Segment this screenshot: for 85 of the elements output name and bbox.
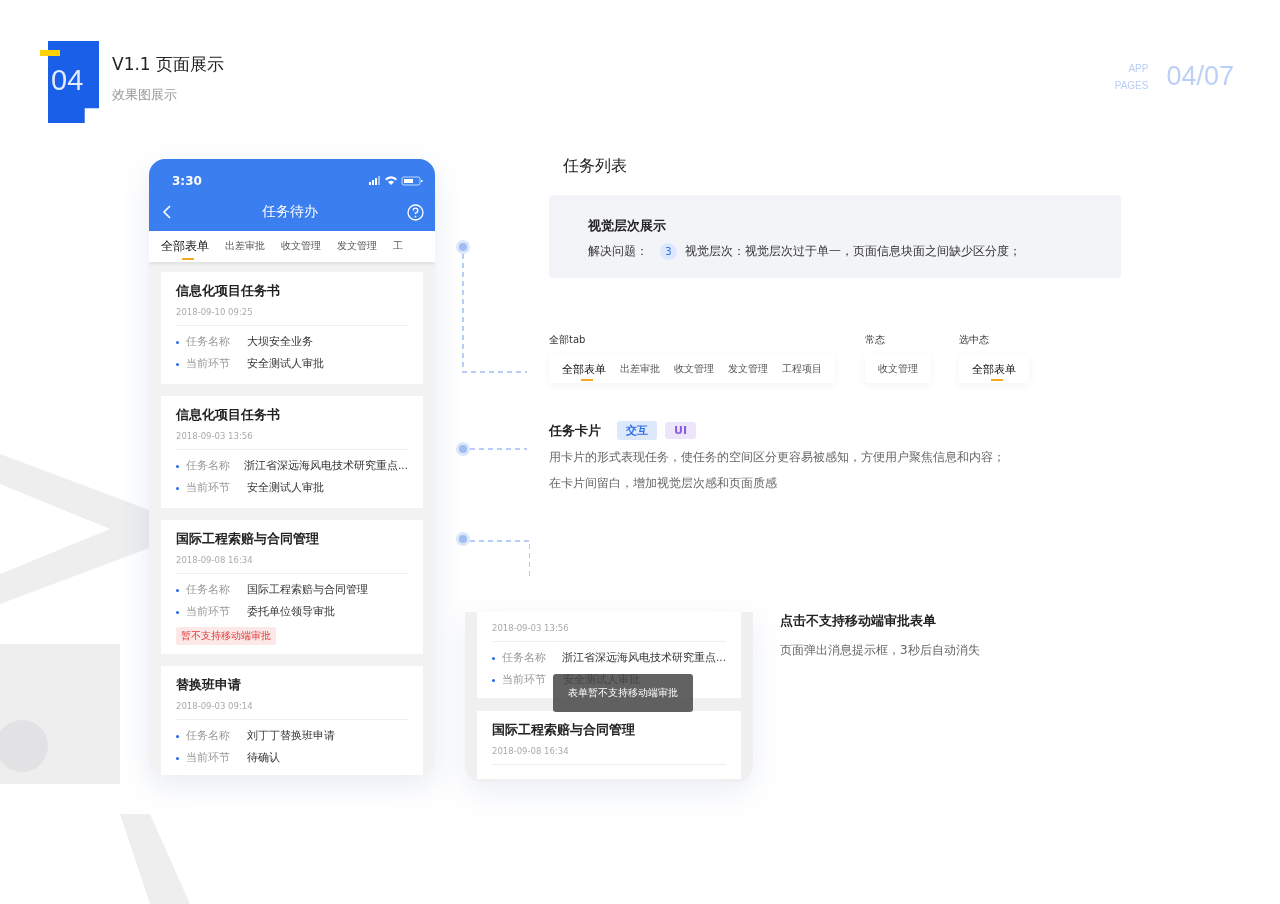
corner-label: APP <box>1128 62 1149 74</box>
tab[interactable]: 工 <box>393 231 403 262</box>
card-date: 2018-09-10 09:25 <box>176 307 254 317</box>
field-value: 刘丁丁替换班申请 <box>247 729 335 743</box>
task-card[interactable]: 信息化项目任务书 2018-09-03 13:56 任务名称 浙江省深远海风电技术研究重点... 当前环节 安全测试人审批 <box>161 396 423 508</box>
field-value: 大坝安全业务 <box>247 335 313 349</box>
task-card[interactable]: 信息化项目任务书 2018-09-10 09:25 任务名称 大坝安全业务 当前环节 安全测试人审批 <box>161 272 423 384</box>
bullet-icon <box>492 678 495 682</box>
field-label: 任务名称 <box>501 651 547 665</box>
description-text: 用卡片的形式表现任务，使任务的空间区分更容易被感知，方便用户聚焦信息和内容； <box>549 449 1006 466</box>
tab[interactable]: 全部表单 <box>161 231 209 262</box>
connector-line <box>456 442 528 456</box>
bullet-icon <box>176 610 179 614</box>
warning-tag: 暂不支持移动端审批 <box>176 627 276 645</box>
description-text: 在卡片间留白，增加视觉层次感和页面质感 <box>549 475 778 492</box>
field-value: 浙江省深远海风电技术研究重点... <box>244 459 408 473</box>
tab[interactable]: 收文管理 <box>281 231 321 262</box>
info-heading: 视觉层次展示 <box>588 217 667 235</box>
info-text: 视觉层次：视觉层次过于单一，页面信息块面之间缺少区分度； <box>685 243 1021 260</box>
info-label: 解决问题： <box>588 243 648 260</box>
bullet-icon <box>176 588 179 592</box>
demo-caption: 选中态 <box>959 333 990 347</box>
note-title: 点击不支持移动端审批表单 <box>780 613 937 630</box>
page-title: V1.1 页面展示 <box>112 53 225 76</box>
field-value: 委托单位领导审批 <box>247 605 335 619</box>
card-title: 替换班申请 <box>176 677 242 694</box>
field-label: 当前环节 <box>186 751 231 765</box>
field-label: 任务名称 <box>186 729 231 743</box>
field-label: 任务名称 <box>185 459 231 473</box>
accent-bar <box>40 50 60 56</box>
demo-caption: 全部tab <box>549 333 587 347</box>
tab[interactable]: 全部表单 <box>555 355 613 383</box>
tag: UI <box>665 422 697 439</box>
field-value: 安全测试人审批 <box>247 481 324 495</box>
bullet-icon <box>176 340 179 344</box>
card-date: 2018-09-08 16:34 <box>492 746 570 756</box>
task-card[interactable]: 国际工程索赔与合同管理 2018-09-08 16:34 任务名称 国际工程索赔与合同管理 当前环节 委托单位领导审批 暂不支持移动端审批 <box>161 520 423 654</box>
tab[interactable]: 收文管理 <box>667 355 721 383</box>
field-value: 待确认 <box>247 751 280 765</box>
card-date: 2018-09-08 16:34 <box>176 555 254 565</box>
status-icons-drawing <box>369 176 423 186</box>
tab[interactable]: 收文管理 <box>871 355 925 383</box>
card-date: 2018-09-03 13:56 <box>492 623 570 633</box>
help-icon[interactable] <box>407 203 424 221</box>
bullet-icon <box>176 486 179 490</box>
card-title: 信息化项目任务书 <box>176 283 281 300</box>
card-date: 2018-09-03 13:56 <box>176 431 254 441</box>
card-title: 信息化项目任务书 <box>176 407 281 424</box>
field-value: 国际工程索赔与合同管理 <box>247 583 368 597</box>
page-counter: 04/07 <box>1166 61 1234 92</box>
note-text: 页面弹出消息提示框，3秒后自动消失 <box>780 642 980 659</box>
tab[interactable]: 出差审批 <box>613 355 667 383</box>
number-badge: 3 <box>660 243 677 260</box>
field-label: 当前环节 <box>186 605 231 619</box>
back-icon[interactable] <box>162 205 172 219</box>
tab[interactable]: 发文管理 <box>337 231 377 262</box>
task-card[interactable]: 国际工程索赔与合同管理 2018-09-08 16:34 <box>477 711 741 779</box>
tab[interactable]: 全部表单 <box>965 355 1023 383</box>
demo-caption: 常态 <box>865 333 886 347</box>
field-label: 任务名称 <box>186 583 231 597</box>
card-title: 国际工程索赔与合同管理 <box>176 531 320 548</box>
tab[interactable]: 出差审批 <box>225 231 265 262</box>
bullet-icon <box>492 656 495 660</box>
nav-title: 任务待办 <box>261 203 318 221</box>
bullet-icon <box>176 756 179 760</box>
bullet-icon <box>176 734 179 738</box>
field-label: 当前环节 <box>502 673 547 687</box>
tag: 交互 <box>617 421 657 440</box>
bullet-icon <box>176 464 179 468</box>
page-subtitle: 效果图展示 <box>112 86 178 104</box>
tab[interactable]: 发文管理 <box>721 355 775 383</box>
section-number: 04 <box>51 63 84 97</box>
bullet-icon <box>176 362 179 366</box>
field-value: 浙江省深远海风电技术研究重点... <box>562 651 726 665</box>
corner-label: PAGES <box>1114 79 1149 91</box>
field-value: 安全测试人审批 <box>247 357 324 371</box>
tab[interactable]: 工程项目 <box>775 355 829 383</box>
card-title: 国际工程索赔与合同管理 <box>492 722 636 739</box>
card-date: 2018-09-03 09:14 <box>176 701 254 711</box>
status-time: 3:30 <box>172 174 202 188</box>
field-label: 任务名称 <box>186 335 231 349</box>
field-label: 当前环节 <box>186 357 231 371</box>
field-label: 当前环节 <box>186 481 231 495</box>
subsection-title: 任务卡片 <box>549 421 601 440</box>
task-card[interactable]: 替换班申请 2018-09-03 09:14 任务名称 刘丁丁替换班申请 当前环节 待确认 <box>161 666 423 775</box>
